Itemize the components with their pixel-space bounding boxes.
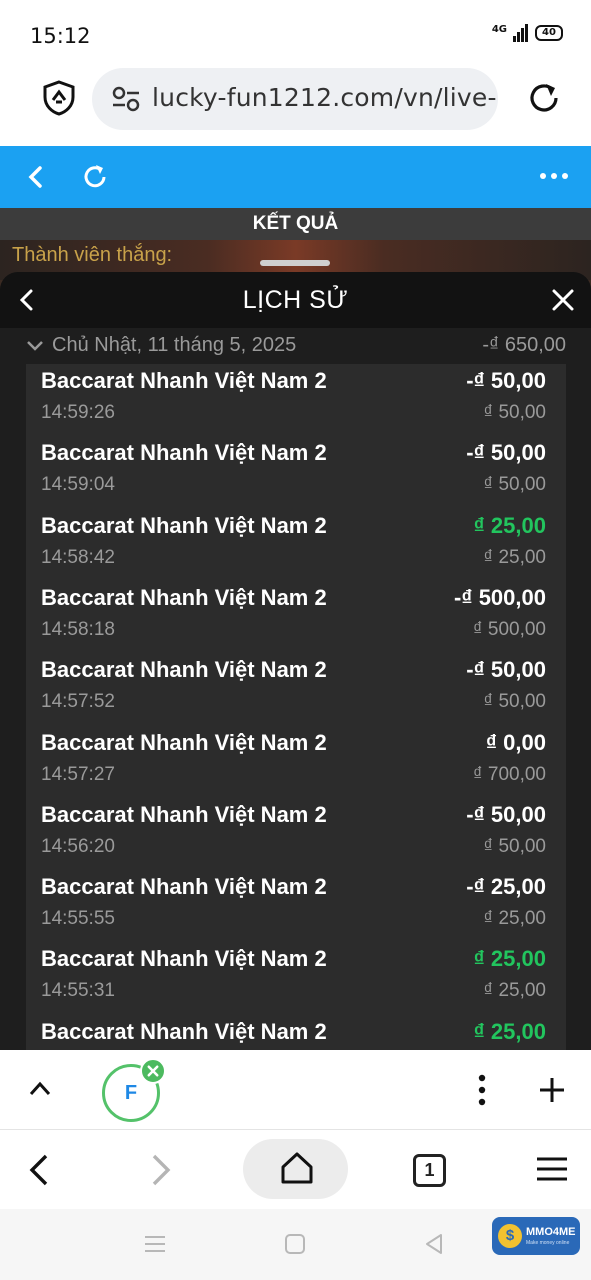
watermark-subtext: Make money online <box>526 1240 570 1246</box>
history-row[interactable]: Baccarat Nhanh Việt Nam 2 14:59:04 -₫ 50,0… <box>26 440 566 512</box>
history-row[interactable]: Baccarat Nhanh Việt Nam 2 14:57:52 -₫ 50,0… <box>26 657 566 729</box>
game-name: Baccarat Nhanh Việt Nam 2 <box>41 584 327 610</box>
winners-label: Thành viên thắng: <box>12 244 173 266</box>
status-icons: 4G 40 <box>492 24 563 42</box>
game-name: Baccarat Nhanh Việt Nam 2 <box>41 729 327 755</box>
history-panel: LỊCH SỬ Chủ Nhật, 11 tháng 5, 2025 -₫ 65… <box>0 272 591 1050</box>
close-icon[interactable] <box>549 286 577 314</box>
date-total: -₫ 650,00 <box>482 334 566 356</box>
bet-amount: ₫ 25,00 <box>483 980 546 1002</box>
win-loss-amount: -₫ 50,00 <box>466 801 546 827</box>
win-loss-amount: -₫ 50,00 <box>466 368 546 393</box>
back-arrow-icon[interactable] <box>26 1153 52 1187</box>
status-bar: 15:12 4G 40 <box>0 0 591 68</box>
round-time: 14:59:26 <box>41 402 115 423</box>
bet-amount: ₫ 50,00 <box>483 402 546 423</box>
bet-amount: ₫ 700,00 <box>472 763 546 785</box>
history-header: LỊCH SỬ <box>0 272 591 328</box>
url-text: lucky-fun1212.com/vn/live-ca <box>152 83 498 112</box>
more-dots-icon[interactable] <box>474 1074 490 1106</box>
system-back-icon[interactable] <box>424 1233 444 1255</box>
round-time: 14:55:55 <box>41 908 115 930</box>
game-name: Baccarat Nhanh Việt Nam 2 <box>41 874 327 900</box>
win-loss-amount: -₫ 50,00 <box>466 657 546 683</box>
tab-count-button[interactable]: 1 <box>413 1154 446 1187</box>
history-row[interactable]: Baccarat Nhanh Việt Nam 2 14:59:26 -₫ 50,0… <box>26 368 566 440</box>
hamburger-icon[interactable] <box>536 1157 568 1181</box>
back-arrow-icon[interactable] <box>14 286 40 314</box>
game-name: Baccarat Nhanh Việt Nam 2 <box>41 657 327 683</box>
bet-amount: ₫ 500,00 <box>472 618 546 640</box>
round-time: 14:56:20 <box>41 835 115 857</box>
round-time: 14:59:04 <box>41 474 115 496</box>
site-settings-icon[interactable] <box>112 86 140 112</box>
round-time: 14:57:52 <box>41 691 115 713</box>
result-strip: KẾT QUẢ <box>0 208 591 240</box>
history-row[interactable]: Baccarat Nhanh Việt Nam 2 14:55:55 -₫ 25,0… <box>26 874 566 946</box>
coin-icon: $ <box>498 1224 522 1248</box>
bet-amount: ₫ 50,00 <box>483 691 546 713</box>
system-home-icon[interactable] <box>285 1234 305 1254</box>
game-name: Baccarat Nhanh Việt Nam 2 <box>41 512 327 538</box>
date-group-header[interactable]: Chủ Nhật, 11 tháng 5, 2025 -₫ 650,00 <box>26 332 566 362</box>
win-loss-amount: -₫ 500,00 <box>453 584 546 610</box>
game-name: Baccarat Nhanh Việt Nam 2 <box>41 801 327 827</box>
refresh-icon[interactable] <box>80 162 110 192</box>
bet-amount: ₫ 25,00 <box>483 546 546 568</box>
chevron-down-icon <box>27 341 43 351</box>
browser-nav-bar: 1 <box>0 1131 591 1209</box>
drag-handle[interactable] <box>260 260 330 266</box>
bet-amount: ₫ 50,00 <box>483 835 546 857</box>
system-nav-bar: $ MMO4ME Make money online <box>0 1209 591 1280</box>
signal-icon <box>513 24 528 42</box>
address-row: lucky-fun1212.com/vn/live-ca <box>0 68 591 146</box>
game-name: Baccarat Nhanh Việt Nam 2 <box>41 440 327 466</box>
win-loss-amount: ₫ 0,00 <box>485 729 546 755</box>
win-loss-amount: ₫ 25,00 <box>473 512 546 538</box>
round-time: 14:57:27 <box>41 763 115 785</box>
watermark-text: MMO4ME <box>526 1226 576 1238</box>
history-title: LỊCH SỬ <box>242 286 349 314</box>
history-row[interactable]: Baccarat Nhanh Việt Nam 2 14:56:20 -₫ 50,0… <box>26 802 566 874</box>
win-loss-amount: ₫ 25,00 <box>473 946 546 972</box>
history-row[interactable]: Baccarat Nhanh Việt Nam 2 14:57:27 ₫ 0,00 ₫… <box>26 730 566 802</box>
reload-icon[interactable] <box>526 80 562 116</box>
home-icon <box>281 1152 313 1184</box>
forward-arrow-icon[interactable] <box>148 1153 174 1187</box>
round-time: 14:58:42 <box>41 546 115 568</box>
bet-amount: ₫ 50,00 <box>483 474 546 496</box>
history-row[interactable]: Baccarat Nhanh Việt Nam 2 14:58:18 -₫ 500,… <box>26 585 566 657</box>
bet-amount: ₫ 25,00 <box>483 908 546 930</box>
plus-icon[interactable] <box>538 1076 566 1104</box>
game-name: Baccarat Nhanh Việt Nam 2 <box>41 368 327 393</box>
win-loss-amount: ₫ 25,00 <box>473 1018 546 1044</box>
game-name: Baccarat Nhanh Việt Nam 2 <box>41 1018 327 1044</box>
recent-apps-icon[interactable] <box>144 1235 166 1253</box>
url-bar[interactable]: lucky-fun1212.com/vn/live-ca <box>92 68 498 130</box>
history-list[interactable]: Baccarat Nhanh Việt Nam 2 14:59:26 -₫ 50,0… <box>26 364 566 1050</box>
history-row[interactable]: Baccarat Nhanh Việt Nam 2 14:55:31 ₫ 25,00… <box>26 946 566 1018</box>
date-label: Chủ Nhật, 11 tháng 5, 2025 <box>52 334 297 356</box>
watermark-logo: $ MMO4ME Make money online <box>492 1217 580 1255</box>
shield-icon[interactable] <box>42 80 76 116</box>
back-arrow-icon[interactable] <box>22 162 52 192</box>
chevron-up-icon[interactable] <box>28 1078 52 1098</box>
game-toolbar <box>0 146 591 208</box>
round-time: 14:58:18 <box>41 618 115 640</box>
history-row[interactable]: Baccarat Nhanh Việt Nam 2 14:58:42 ₫ 25,00… <box>26 513 566 585</box>
round-time: 14:55:31 <box>41 980 115 1002</box>
battery-icon: 40 <box>535 25 563 41</box>
network-type: 4G <box>491 23 507 35</box>
win-loss-amount: -₫ 50,00 <box>466 440 546 466</box>
status-time: 15:12 <box>30 24 91 48</box>
game-name: Baccarat Nhanh Việt Nam 2 <box>41 946 327 972</box>
browser-tab-bar: F <box>0 1050 591 1130</box>
win-loss-amount: -₫ 25,00 <box>466 874 546 900</box>
history-row[interactable]: Baccarat Nhanh Việt Nam 2 ₫ 25,00 <box>26 1019 566 1050</box>
close-icon[interactable] <box>140 1058 166 1084</box>
more-dots-icon[interactable] <box>539 170 569 182</box>
